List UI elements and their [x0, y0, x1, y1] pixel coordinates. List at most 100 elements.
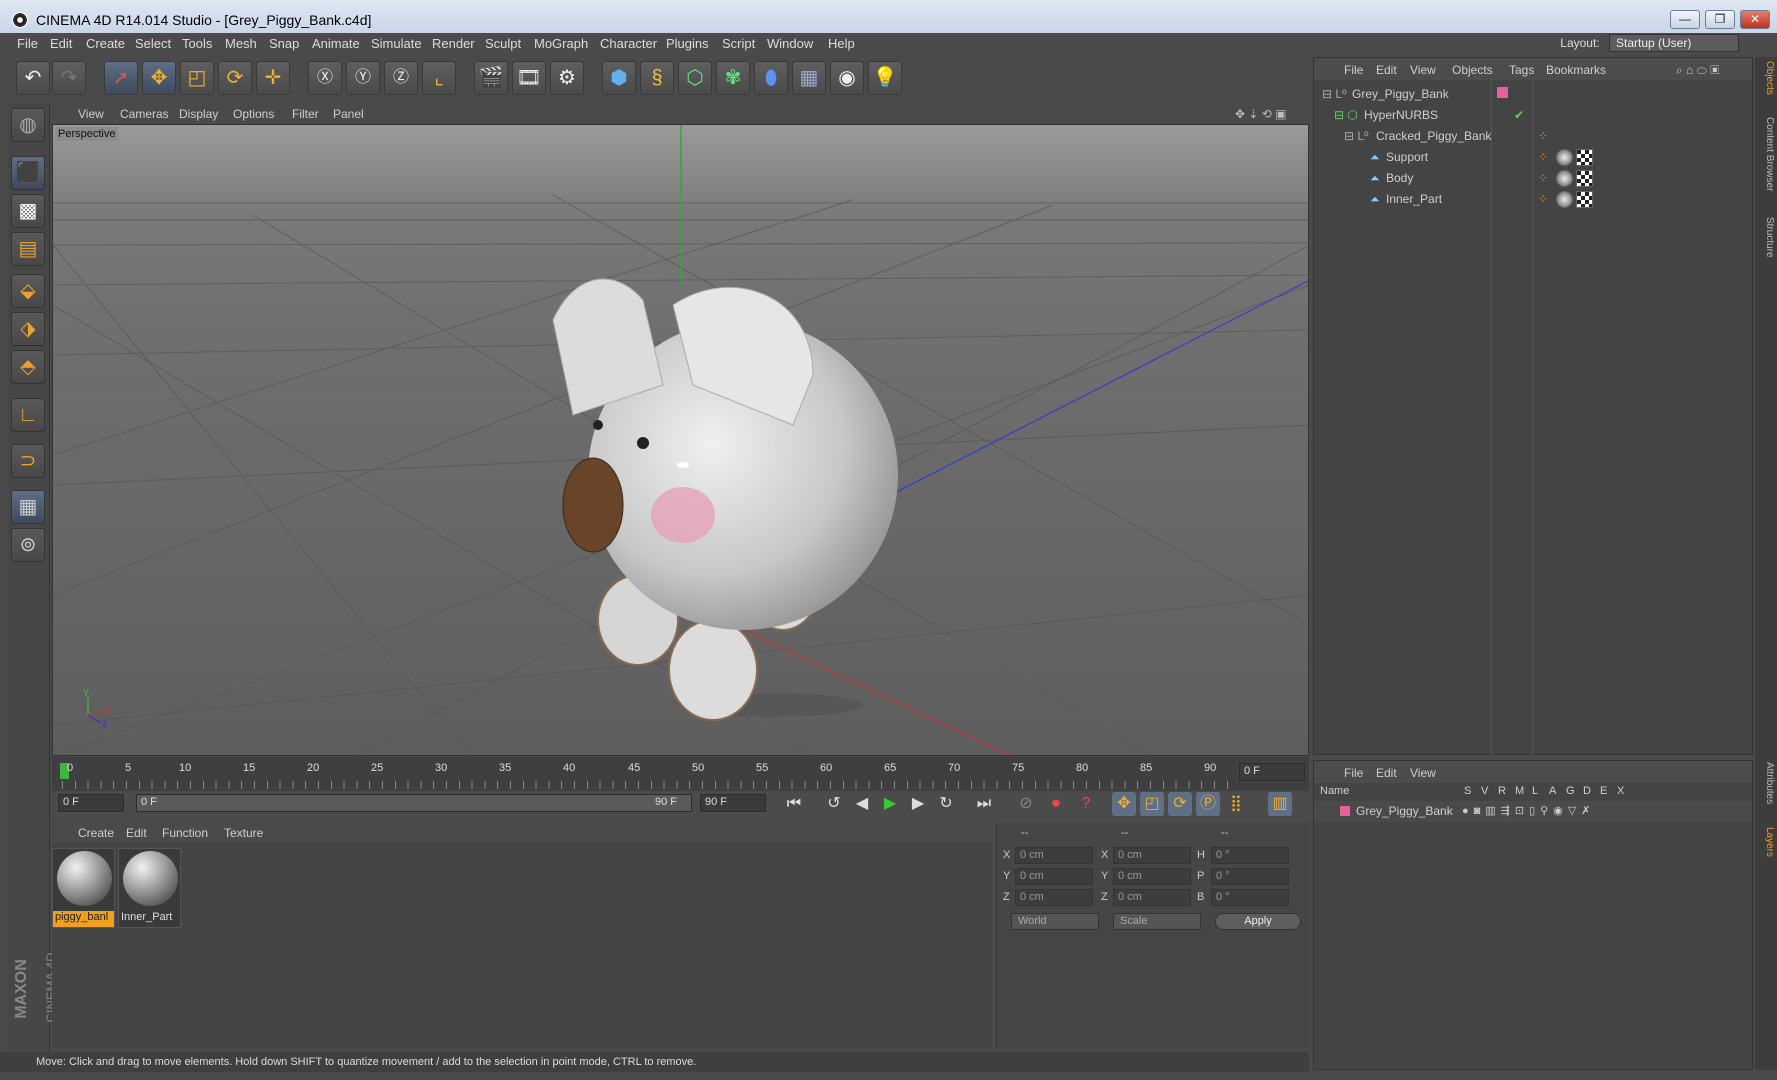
array-generator-icon[interactable]: ✾	[716, 61, 750, 95]
menu-plugins[interactable]: Plugins	[666, 36, 709, 51]
size-x-field[interactable]: 0 cm	[1113, 847, 1191, 864]
menu-edit[interactable]: Edit	[50, 36, 72, 51]
menu-help[interactable]: Help	[828, 36, 855, 51]
phong-tag-icon[interactable]: ⁘	[1538, 150, 1548, 164]
material-menu-texture[interactable]: Texture	[224, 826, 263, 840]
objects-menu-edit[interactable]: Edit	[1376, 63, 1397, 77]
layer-color-swatch[interactable]	[1340, 806, 1350, 816]
viewport-menu-panel[interactable]: Panel	[333, 107, 364, 121]
tree-expand-icon[interactable]: ⊟ Lº	[1322, 87, 1346, 101]
menu-mesh[interactable]: Mesh	[225, 36, 257, 51]
locked-workplane-icon[interactable]: ⊚	[11, 528, 45, 562]
position-x-field[interactable]: 0 cm	[1015, 847, 1093, 864]
keyframe-selection-icon[interactable]: ?	[1074, 792, 1098, 816]
object-row-cracked-piggy-bank[interactable]: ⊟ Lº Cracked_Piggy_Bank ⁘	[1314, 126, 1752, 147]
object-row-grey-piggy-bank[interactable]: ⊟ Lº Grey_Piggy_Bank	[1314, 84, 1752, 105]
close-button[interactable]: ✕	[1740, 10, 1770, 29]
workplane-mode-icon[interactable]: ▤	[11, 232, 45, 266]
texture-mode-icon[interactable]: ▩	[11, 194, 45, 228]
spline-pen-icon[interactable]: §	[640, 61, 674, 95]
uvw-tag-icon[interactable]	[1576, 170, 1593, 187]
objects-menu-objects[interactable]: Objects	[1452, 63, 1493, 77]
objects-menu-bookmarks[interactable]: Bookmarks	[1546, 63, 1606, 77]
coordinate-system-icon[interactable]: ⌞	[422, 61, 456, 95]
model-mode-icon[interactable]: ⬛	[11, 156, 45, 190]
play-icon[interactable]: ▶	[878, 792, 902, 816]
z-axis-lock-icon[interactable]: Ⓩ	[384, 61, 418, 95]
objects-menu-view[interactable]: View	[1410, 63, 1436, 77]
previous-keyframe-icon[interactable]: ↺	[822, 792, 846, 816]
key-parameter-icon[interactable]: Ⓟ	[1196, 792, 1220, 816]
x-axis-lock-icon[interactable]: Ⓧ	[308, 61, 342, 95]
viewport-navigation-icons[interactable]: ✥ ⇣ ⟲ ▣	[1235, 107, 1287, 121]
enabled-check-icon[interactable]: ✔	[1514, 108, 1524, 122]
minimize-button[interactable]: —	[1670, 10, 1700, 29]
menu-render[interactable]: Render	[432, 36, 475, 51]
go-to-end-icon[interactable]: ⏭	[972, 792, 996, 816]
viewport-menu-options[interactable]: Options	[233, 107, 274, 121]
uvw-tag-icon[interactable]	[1576, 149, 1593, 166]
menu-select[interactable]: Select	[135, 36, 171, 51]
tab-objects[interactable]: Objects	[1757, 61, 1775, 95]
move-tool-icon[interactable]: ✥	[142, 61, 176, 95]
menu-mograph[interactable]: MoGraph	[534, 36, 588, 51]
rotation-b-field[interactable]: 0 °	[1211, 889, 1289, 906]
timeline-ruler[interactable]: 0 5 10 15 20 25 30 35 40 45 50 55 60 65 …	[52, 757, 1309, 791]
material-swatch[interactable]: Inner_Part	[118, 848, 181, 928]
key-rotation-icon[interactable]: ⟳	[1168, 792, 1192, 816]
menu-simulate[interactable]: Simulate	[371, 36, 422, 51]
menu-file[interactable]: File	[17, 36, 38, 51]
layer-flag-icons[interactable]: ●◙▥⇶⊡▯⚲◉▽✗	[1462, 804, 1596, 817]
autokey-icon[interactable]: ⏺	[1044, 792, 1068, 816]
points-mode-icon[interactable]: ⬙	[11, 274, 45, 308]
material-menu-create[interactable]: Create	[78, 826, 114, 840]
timeline-window-icon[interactable]: ▥	[1268, 792, 1292, 816]
viewport-menu-display[interactable]: Display	[179, 107, 218, 121]
menu-snap[interactable]: Snap	[269, 36, 299, 51]
preview-range-slider[interactable]: 0 F 90 F	[136, 794, 692, 812]
apply-button[interactable]: Apply	[1215, 913, 1301, 930]
redo-icon[interactable]: ↷	[52, 61, 86, 95]
menu-tools[interactable]: Tools	[182, 36, 212, 51]
layer-row[interactable]: Grey_Piggy_Bank ●◙▥⇶⊡▯⚲◉▽✗	[1314, 801, 1752, 822]
object-row-hypernurbs[interactable]: ⊟ ⬡ HyperNURBS ✔	[1314, 105, 1752, 126]
key-position-icon[interactable]: ✥	[1112, 792, 1136, 816]
size-z-field[interactable]: 0 cm	[1113, 889, 1191, 906]
material-menu-function[interactable]: Function	[162, 826, 208, 840]
tab-attributes[interactable]: Attributes	[1757, 762, 1775, 804]
restore-button[interactable]: ❐	[1705, 10, 1735, 29]
polygons-mode-icon[interactable]: ⬘	[11, 350, 45, 384]
viewport-menu-filter[interactable]: Filter	[292, 107, 319, 121]
menu-script[interactable]: Script	[722, 36, 755, 51]
menu-character[interactable]: Character	[600, 36, 657, 51]
material-tag-icon[interactable]	[1556, 170, 1573, 187]
coordinate-mode-dropdown[interactable]: World	[1011, 913, 1099, 930]
tab-layers[interactable]: Layers	[1757, 827, 1775, 857]
edges-mode-icon[interactable]: ⬗	[11, 312, 45, 346]
material-swatch[interactable]: piggy_banl	[52, 848, 115, 928]
live-selection-icon[interactable]: ➚	[104, 61, 138, 95]
start-frame-field[interactable]: 0 F	[58, 794, 124, 812]
tab-content-browser[interactable]: Content Browser	[1757, 117, 1775, 191]
render-view-icon[interactable]: 🎬	[474, 61, 508, 95]
snapping-icon[interactable]: ▦	[11, 490, 45, 524]
undo-icon[interactable]: ↶	[16, 61, 50, 95]
menu-sculpt[interactable]: Sculpt	[485, 36, 521, 51]
menu-create[interactable]: Create	[86, 36, 125, 51]
objects-search-icon[interactable]: ⌕ ⌂ ⬭ ▣	[1676, 63, 1719, 78]
nurbs-generator-icon[interactable]: ⬡	[678, 61, 712, 95]
render-settings-icon[interactable]: ⚙	[550, 61, 584, 95]
rotate-tool-icon[interactable]: ⟳	[218, 61, 252, 95]
size-y-field[interactable]: 0 cm	[1113, 868, 1191, 885]
material-tag-icon[interactable]	[1556, 191, 1573, 208]
cube-primitive-icon[interactable]: ⬢	[602, 61, 636, 95]
render-picture-viewer-icon[interactable]: 🎞	[512, 61, 546, 95]
position-y-field[interactable]: 0 cm	[1015, 868, 1093, 885]
scale-tool-icon[interactable]: ◰	[180, 61, 214, 95]
object-row-body[interactable]: ⏶ Body ⁘	[1314, 168, 1752, 189]
object-row-inner-part[interactable]: ⏶ Inner_Part ⁘	[1314, 189, 1752, 210]
phong-tag-icon[interactable]: ⁘	[1538, 171, 1548, 185]
camera-icon[interactable]: ◉	[830, 61, 864, 95]
material-tag-icon[interactable]	[1556, 149, 1573, 166]
recent-tool-icon[interactable]: ✛	[256, 61, 290, 95]
